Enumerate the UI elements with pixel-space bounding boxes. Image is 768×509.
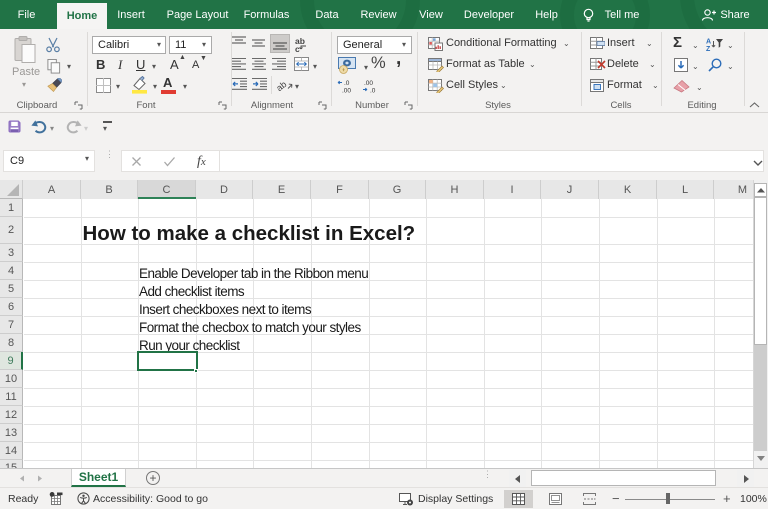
svg-text:.00: .00 (364, 80, 373, 87)
svg-text:.0: .0 (370, 88, 376, 94)
svg-text:.0: .0 (344, 80, 350, 87)
svg-text:Z: Z (706, 46, 711, 51)
svg-text:c: c (295, 44, 300, 52)
svg-text:.00: .00 (342, 88, 351, 94)
svg-text:ab: ab (277, 79, 288, 93)
svg-text:A: A (706, 39, 711, 46)
